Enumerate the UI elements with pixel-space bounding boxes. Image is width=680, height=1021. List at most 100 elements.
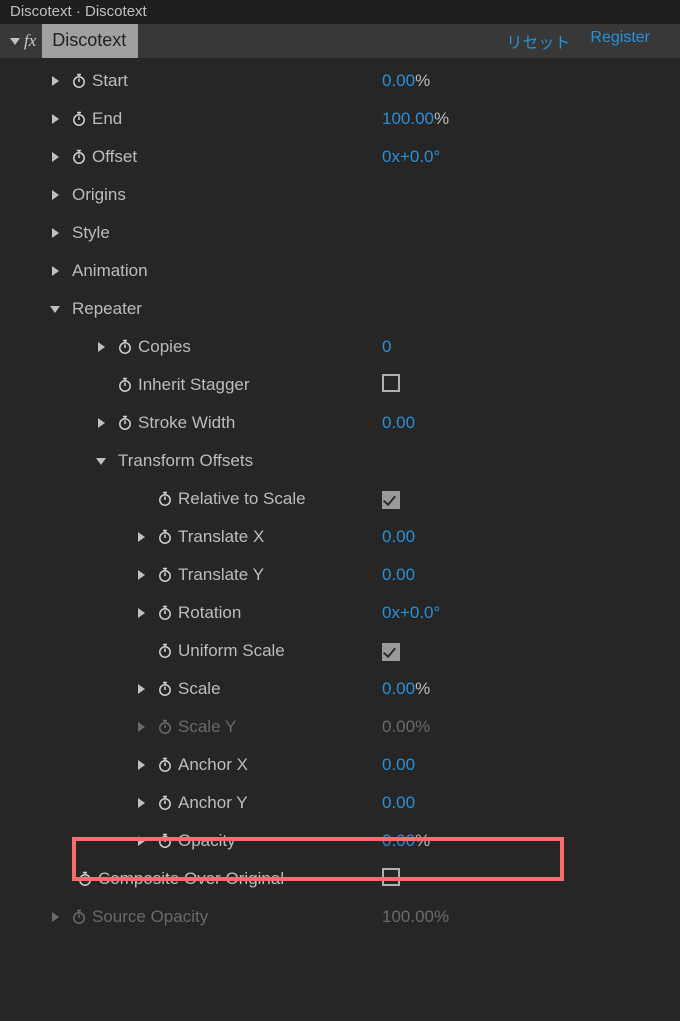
stopwatch-icon[interactable] (66, 149, 92, 165)
label-animation: Animation (72, 261, 148, 281)
twirl-stroke-width[interactable] (90, 418, 112, 428)
twirl-end[interactable] (44, 114, 66, 124)
twirl-scale-y (130, 722, 152, 732)
row-animation: Animation (0, 252, 680, 290)
stopwatch-icon[interactable] (112, 377, 138, 393)
stopwatch-icon[interactable] (152, 681, 178, 697)
stopwatch-icon[interactable] (152, 491, 178, 507)
row-scale-y: Scale Y 0.00% (0, 708, 680, 746)
twirl-offset[interactable] (44, 152, 66, 162)
twirl-repeater[interactable] (44, 306, 66, 313)
value-scale[interactable]: 0.00% (382, 679, 430, 699)
row-rotation: Rotation 0x+0.0° (0, 594, 680, 632)
stopwatch-icon[interactable] (112, 415, 138, 431)
label-source-opacity: Source Opacity (92, 907, 208, 927)
value-anchor-y[interactable]: 0.00 (382, 793, 415, 813)
property-list: Start 0.00% End 100.00% Offset 0x+0.0° O… (0, 58, 680, 936)
stopwatch-icon (66, 909, 92, 925)
twirl-style[interactable] (44, 228, 66, 238)
value-scale-y: 0.00% (382, 717, 430, 737)
effect-header: fx Discotext リセット Register (0, 24, 680, 58)
label-origins: Origins (72, 185, 126, 205)
label-translate-x: Translate X (178, 527, 264, 547)
value-start[interactable]: 0.00% (382, 71, 430, 91)
register-link[interactable]: Register (590, 29, 650, 53)
row-scale: Scale 0.00% (0, 670, 680, 708)
stopwatch-icon[interactable] (152, 833, 178, 849)
twirl-opacity[interactable] (130, 836, 152, 846)
label-opacity: Opacity (178, 831, 236, 851)
stopwatch-icon[interactable] (152, 643, 178, 659)
label-offset: Offset (92, 147, 137, 167)
checkbox-composite-over-original[interactable] (382, 868, 400, 886)
label-repeater: Repeater (72, 299, 142, 319)
label-start: Start (92, 71, 128, 91)
row-translate-y: Translate Y 0.00 (0, 556, 680, 594)
row-inherit-stagger: Inherit Stagger (0, 366, 680, 404)
value-opacity[interactable]: 0.00% (382, 831, 430, 851)
value-stroke-width[interactable]: 0.00 (382, 413, 415, 433)
label-copies: Copies (138, 337, 191, 357)
stopwatch-icon[interactable] (152, 795, 178, 811)
row-anchor-y: Anchor Y 0.00 (0, 784, 680, 822)
value-rotation[interactable]: 0x+0.0° (382, 603, 440, 623)
twirl-animation[interactable] (44, 266, 66, 276)
stopwatch-icon[interactable] (66, 111, 92, 127)
stopwatch-icon[interactable] (112, 339, 138, 355)
stopwatch-icon (152, 719, 178, 735)
row-transform-offsets: Transform Offsets (0, 442, 680, 480)
label-anchor-y: Anchor Y (178, 793, 248, 813)
twirl-origins[interactable] (44, 190, 66, 200)
label-end: End (92, 109, 122, 129)
label-anchor-x: Anchor X (178, 755, 248, 775)
stopwatch-icon[interactable] (152, 605, 178, 621)
row-translate-x: Translate X 0.00 (0, 518, 680, 556)
label-inherit-stagger: Inherit Stagger (138, 375, 250, 395)
label-style: Style (72, 223, 110, 243)
reset-link[interactable]: リセット (506, 29, 570, 53)
value-anchor-x[interactable]: 0.00 (382, 755, 415, 775)
value-offset[interactable]: 0x+0.0° (382, 147, 440, 167)
checkbox-uniform-scale[interactable] (382, 643, 400, 661)
row-opacity: Opacity 0.00% (0, 822, 680, 860)
row-start: Start 0.00% (0, 62, 680, 100)
value-source-opacity: 100.00% (382, 907, 449, 927)
collapse-effect-toggle[interactable] (8, 38, 22, 45)
row-offset: Offset 0x+0.0° (0, 138, 680, 176)
twirl-translate-x[interactable] (130, 532, 152, 542)
value-translate-y[interactable]: 0.00 (382, 565, 415, 585)
stopwatch-icon[interactable] (152, 757, 178, 773)
stopwatch-icon[interactable] (152, 529, 178, 545)
label-scale-y: Scale Y (178, 717, 236, 737)
twirl-transform-offsets[interactable] (90, 458, 112, 465)
twirl-translate-y[interactable] (130, 570, 152, 580)
stopwatch-icon[interactable] (72, 871, 98, 887)
row-relative-to-scale: Relative to Scale (0, 480, 680, 518)
value-translate-x[interactable]: 0.00 (382, 527, 415, 547)
row-anchor-x: Anchor X 0.00 (0, 746, 680, 784)
twirl-source-opacity (44, 912, 66, 922)
row-source-opacity: Source Opacity 100.00% (0, 898, 680, 936)
row-repeater: Repeater (0, 290, 680, 328)
twirl-copies[interactable] (90, 342, 112, 352)
value-copies[interactable]: 0 (382, 337, 391, 357)
label-relative-to-scale: Relative to Scale (178, 489, 306, 509)
twirl-rotation[interactable] (130, 608, 152, 618)
label-uniform-scale: Uniform Scale (178, 641, 285, 661)
value-end[interactable]: 100.00% (382, 109, 449, 129)
label-scale: Scale (178, 679, 221, 699)
row-origins: Origins (0, 176, 680, 214)
twirl-scale[interactable] (130, 684, 152, 694)
stopwatch-icon[interactable] (66, 73, 92, 89)
twirl-anchor-x[interactable] (130, 760, 152, 770)
checkbox-relative-to-scale[interactable] (382, 491, 400, 509)
row-composite-over-original: Composite Over Original (0, 860, 680, 898)
twirl-anchor-y[interactable] (130, 798, 152, 808)
stopwatch-icon[interactable] (152, 567, 178, 583)
checkbox-inherit-stagger[interactable] (382, 374, 400, 392)
effect-name-tab[interactable]: Discotext (42, 24, 138, 58)
label-translate-y: Translate Y (178, 565, 264, 585)
twirl-start[interactable] (44, 76, 66, 86)
row-uniform-scale: Uniform Scale (0, 632, 680, 670)
row-style: Style (0, 214, 680, 252)
